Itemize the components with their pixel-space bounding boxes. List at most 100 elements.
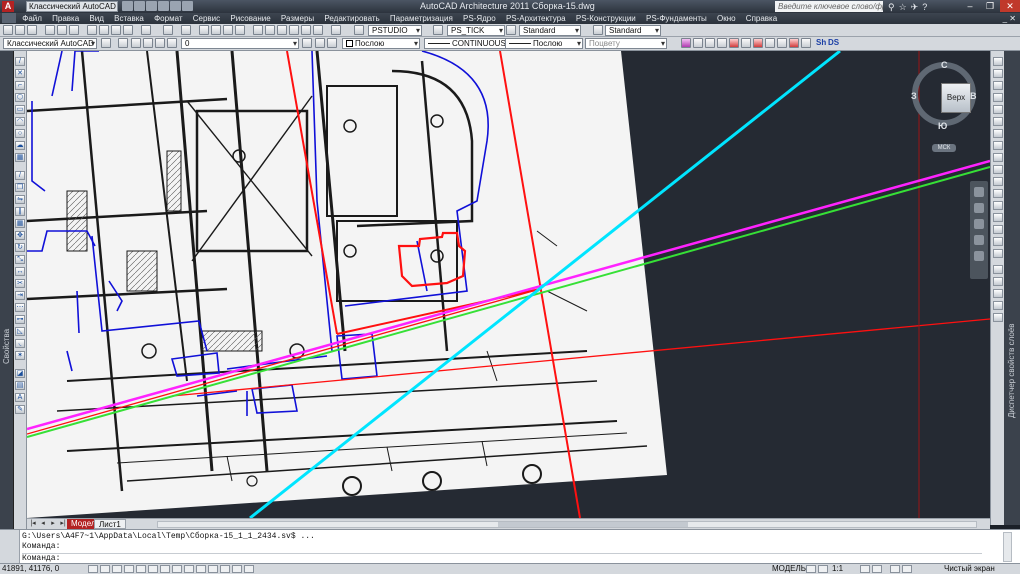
offset-icon[interactable]: ∥: [15, 207, 25, 216]
maximize-button[interactable]: ❐: [980, 0, 1000, 12]
color-dropdown[interactable]: Послою: [342, 38, 420, 49]
menu-view[interactable]: Вид: [85, 13, 107, 24]
command-scrollbar[interactable]: [1003, 532, 1012, 562]
tab-sheet1[interactable]: Лист1: [94, 519, 126, 529]
line-icon[interactable]: /: [15, 57, 25, 66]
publish-icon[interactable]: [69, 25, 79, 35]
rtool-icon-3[interactable]: [993, 81, 1003, 90]
menu-format[interactable]: Формат: [150, 13, 186, 24]
quickcalc-icon[interactable]: [313, 25, 323, 35]
zoom-window-icon[interactable]: [223, 25, 233, 35]
table-style-icon[interactable]: [506, 25, 516, 35]
region-icon[interactable]: ◪: [15, 369, 25, 378]
rtool-icon-19[interactable]: [993, 277, 1003, 286]
transparency-toggle[interactable]: [220, 565, 230, 573]
rtool-icon-9[interactable]: [993, 153, 1003, 162]
viewcube-top-face[interactable]: Верх: [941, 83, 971, 113]
xline-icon[interactable]: ✕: [15, 69, 25, 78]
pan-nav-icon[interactable]: [974, 203, 984, 213]
coordinates-readout[interactable]: 41891, 41176, 0: [2, 564, 59, 574]
rtool-icon-22[interactable]: [993, 313, 1003, 322]
orbit-nav-icon[interactable]: [974, 235, 984, 245]
quick-view-drawings-icon[interactable]: [818, 565, 828, 573]
rtool-icon-20[interactable]: [993, 289, 1003, 298]
layer-state-icon[interactable]: [327, 38, 337, 48]
osnap-toggle[interactable]: [148, 565, 158, 573]
ps-tool-11-icon[interactable]: [801, 38, 811, 48]
ps-tool-7-icon[interactable]: [753, 38, 763, 48]
mirror-icon[interactable]: ⇋: [15, 195, 25, 204]
rtool-icon-8[interactable]: [993, 141, 1003, 150]
menu-ps-core[interactable]: PS-Ядро: [459, 13, 500, 24]
minimize-button[interactable]: –: [960, 0, 980, 12]
rtool-icon-14[interactable]: [993, 213, 1003, 222]
doc-window-controls[interactable]: _ ✕: [1003, 13, 1016, 24]
extend-icon[interactable]: ⇥: [15, 291, 25, 300]
drawing-canvas[interactable]: Верх С Ю З В МСК: [27, 51, 990, 518]
workspace-switcher[interactable]: Классический AutoCAD: [26, 1, 118, 12]
properties-palette-collapsed[interactable]: Свойства: [0, 51, 14, 533]
break-icon[interactable]: ⋯: [15, 303, 25, 312]
help-icon[interactable]: [331, 25, 341, 35]
horizontal-scrollbar[interactable]: [157, 521, 977, 528]
sun-freeze-icon[interactable]: [143, 38, 153, 48]
open-icon[interactable]: [15, 25, 25, 35]
first-tab-icon[interactable]: |◂: [29, 520, 37, 528]
annotation-visibility-icon[interactable]: [860, 565, 870, 573]
prev-tab-icon[interactable]: ◂: [39, 520, 47, 528]
lock-icon[interactable]: [155, 38, 165, 48]
rtool-icon-13[interactable]: [993, 201, 1003, 210]
menu-tools[interactable]: Сервис: [189, 13, 224, 24]
ps-tool-4-icon[interactable]: [717, 38, 727, 48]
navigation-bar[interactable]: [970, 181, 988, 279]
workspace-switching-icon[interactable]: [890, 565, 900, 573]
rectangle-icon[interactable]: ▭: [15, 105, 25, 114]
menu-insert[interactable]: Вставка: [110, 13, 148, 24]
layer-manager-icon[interactable]: [118, 38, 128, 48]
pstudio-dropdown[interactable]: PSTUDIO: [368, 25, 422, 36]
rtool-icon-5[interactable]: [993, 105, 1003, 114]
ps-tool-2-icon[interactable]: [693, 38, 703, 48]
save-icon[interactable]: [146, 1, 157, 11]
rtool-icon-11[interactable]: [993, 177, 1003, 186]
rtool-icon-18[interactable]: [993, 265, 1003, 274]
stretch-icon[interactable]: ↔: [15, 267, 25, 276]
join-icon[interactable]: ⊶: [15, 315, 25, 324]
menu-ps-foundations[interactable]: PS-Фундаменты: [642, 13, 711, 24]
ps-tool-5-icon[interactable]: [729, 38, 739, 48]
rtool-icon-7[interactable]: [993, 129, 1003, 138]
zoom-nav-icon[interactable]: [974, 219, 984, 229]
menu-ps-structures[interactable]: PS-Конструкции: [572, 13, 640, 24]
mtext-icon[interactable]: A: [15, 393, 25, 402]
document-icon[interactable]: [2, 13, 16, 23]
rtool-icon-15[interactable]: [993, 225, 1003, 234]
rtool-icon-17[interactable]: [993, 249, 1003, 258]
new-icon[interactable]: [122, 1, 133, 11]
workspace-settings-icon[interactable]: [101, 38, 111, 48]
scale-icon[interactable]: ⤡: [15, 255, 25, 264]
ps-tool-3-icon[interactable]: [705, 38, 715, 48]
dyn-toggle[interactable]: [196, 565, 206, 573]
next-tab-icon[interactable]: ▸: [49, 520, 57, 528]
close-button[interactable]: ✕: [1000, 0, 1020, 12]
circle-icon[interactable]: ○: [15, 129, 25, 138]
zoom-realtime-icon[interactable]: [211, 25, 221, 35]
erase-icon[interactable]: /: [15, 171, 25, 180]
arc-icon[interactable]: ◠: [15, 117, 25, 126]
menu-ps-architecture[interactable]: PS-Архитектура: [502, 13, 570, 24]
menu-modify[interactable]: Редактировать: [320, 13, 383, 24]
viewcube-north[interactable]: С: [941, 60, 948, 70]
lineweight-dropdown[interactable]: Послою: [505, 38, 583, 49]
preview-icon[interactable]: [57, 25, 67, 35]
sheet-set-icon[interactable]: [289, 25, 299, 35]
layer-properties-palette-collapsed[interactable]: Диспетчер свойств слоёв: [1004, 51, 1020, 525]
design-center-icon[interactable]: [265, 25, 275, 35]
add-selected-icon[interactable]: ✎: [15, 405, 25, 414]
open-icon[interactable]: [134, 1, 145, 11]
array-icon[interactable]: ▦: [15, 219, 25, 228]
revcloud-icon[interactable]: ☁: [15, 141, 25, 150]
layer-color-swatch[interactable]: [167, 38, 177, 48]
auto-scale-icon[interactable]: [872, 565, 882, 573]
paste-icon[interactable]: [111, 25, 121, 35]
redo-icon[interactable]: [170, 1, 181, 11]
